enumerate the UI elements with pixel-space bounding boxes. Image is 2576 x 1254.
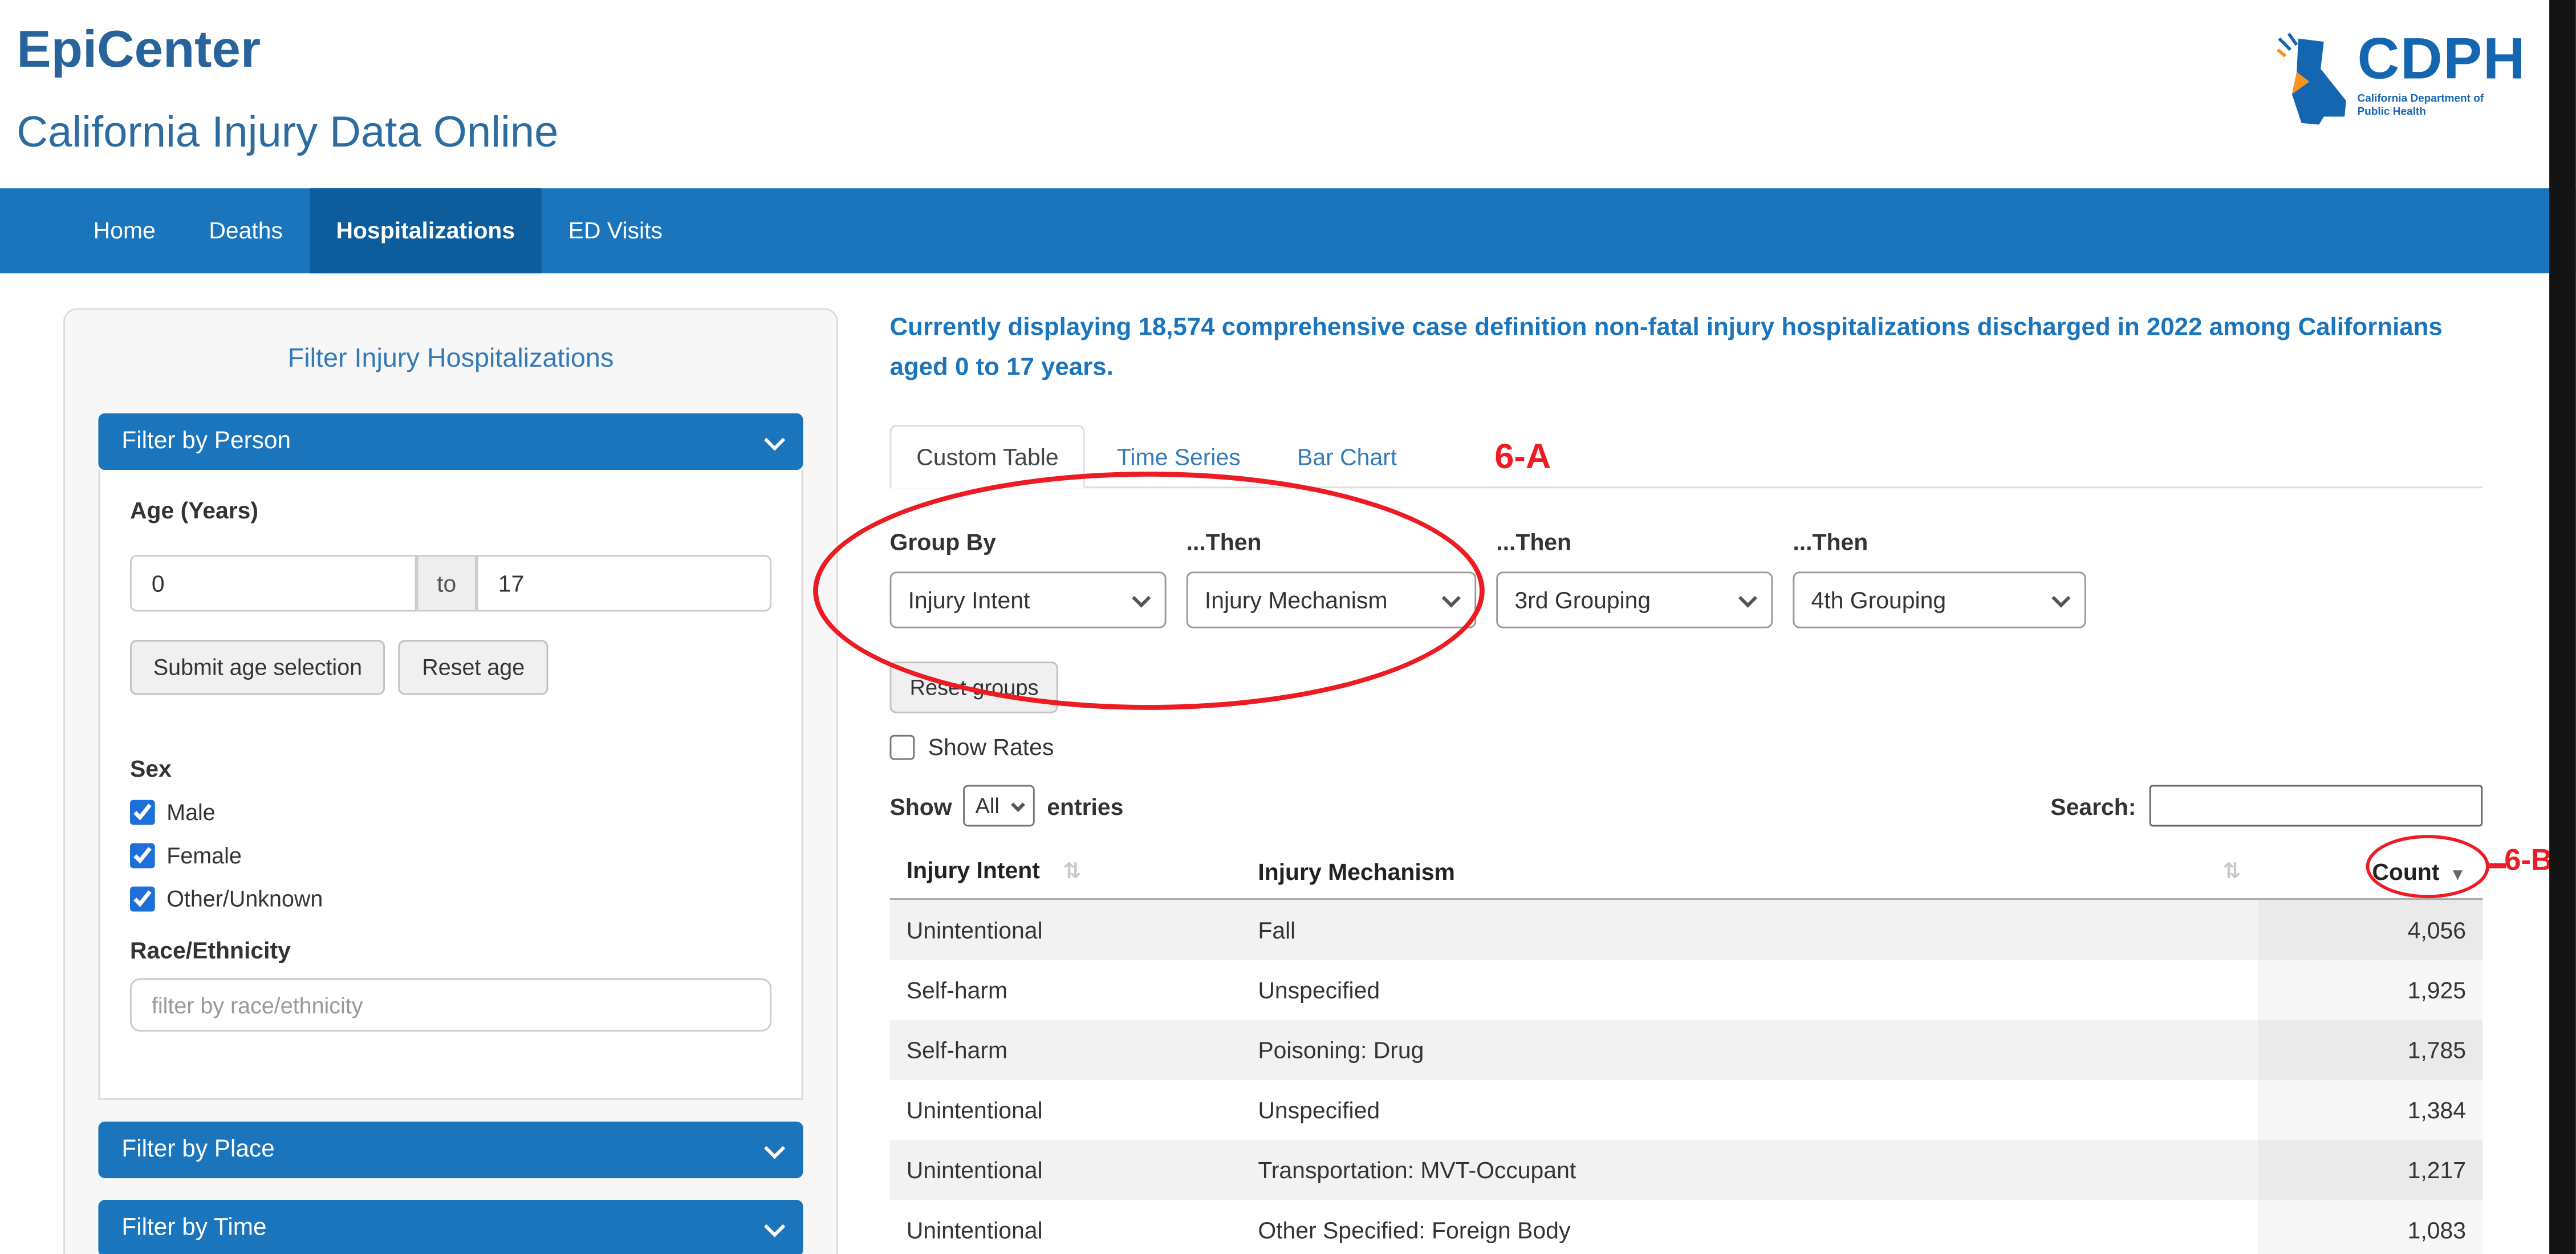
table-row: Self-harm Poisoning: Drug 1,785 [890, 1020, 2483, 1080]
nav-item-ed-visits[interactable]: ED Visits [542, 188, 689, 273]
tab-bar: Custom Table Time Series Bar Chart [890, 425, 2483, 488]
race-ethnicity-label: Race/Ethnicity [130, 936, 771, 965]
reset-age-button[interactable]: Reset age [399, 640, 548, 695]
male-checkbox[interactable] [130, 800, 155, 825]
summary-text: Currently displaying 18,574 comprehensiv… [890, 309, 2483, 388]
age-min-input[interactable] [130, 555, 417, 611]
nav-item-home[interactable]: Home [67, 188, 182, 273]
age-to-label: to [417, 555, 477, 611]
show-rates-checkbox[interactable] [890, 734, 915, 759]
filter-by-time-header[interactable]: Filter by Time [98, 1200, 803, 1254]
filter-by-time-label: Filter by Time [121, 1215, 266, 1241]
cdph-acronym: CDPH [2358, 30, 2526, 88]
age-range-group: to [130, 555, 771, 611]
epicenter-app: EpiCenter California Injury Data Online … [0, 0, 2576, 1254]
column-header-injury-mechanism[interactable]: Injury Mechanism⇅ [1241, 843, 2258, 899]
chevron-down-icon [764, 429, 785, 450]
column-header-count[interactable]: Count▼ [2258, 843, 2483, 899]
sort-both-icon: ⇅ [1063, 858, 1082, 883]
annotation-connector-line [2489, 863, 2506, 869]
entries-select[interactable]: All [964, 785, 1035, 826]
male-label: Male [166, 800, 216, 825]
then-4-label: ...Then [1793, 528, 2086, 555]
second-grouping-select[interactable]: Injury Mechanism [1187, 571, 1476, 628]
entries-control: Show All entries [890, 785, 1124, 826]
primary-nav: Home Deaths Hospitalizations ED Visits [0, 188, 2576, 273]
age-label: Age (Years) [130, 497, 771, 525]
column-header-injury-intent[interactable]: Injury Intent⇅ [890, 843, 1242, 899]
chevron-down-icon [764, 1137, 785, 1158]
other-unknown-checkbox[interactable] [130, 887, 155, 912]
nav-item-deaths[interactable]: Deaths [182, 188, 310, 273]
search-label: Search: [2050, 793, 2136, 819]
results-table: Injury Intent⇅ Injury Mechanism⇅ Count▼ … [890, 843, 2483, 1254]
table-row: Self-harm Unspecified 1,925 [890, 960, 2483, 1020]
filter-by-person-label: Filter by Person [121, 428, 291, 455]
main-content: Currently displaying 18,574 comprehensiv… [890, 309, 2483, 1254]
cdph-logo: CDPH California Department of Public Hea… [2276, 30, 2526, 139]
tab-time-series[interactable]: Time Series [1092, 427, 1265, 486]
search-control: Search: [2050, 785, 2482, 826]
grouping-controls: Group By Injury Intent ...Then Injury Me… [890, 528, 2483, 628]
annotation-label-6b: 6-B [2504, 843, 2553, 878]
table-row: Unintentional Fall 4,056 [890, 899, 2483, 960]
tab-custom-table[interactable]: Custom Table [890, 425, 1086, 488]
california-state-icon [2276, 30, 2349, 139]
then-2-label: ...Then [1187, 528, 1476, 555]
entries-label: entries [1047, 793, 1123, 819]
filter-by-place-header[interactable]: Filter by Place [98, 1122, 803, 1178]
search-input[interactable] [2150, 785, 2482, 826]
table-row: Unintentional Other Specified: Foreign B… [890, 1200, 2483, 1254]
show-rates-label: Show Rates [928, 733, 1054, 760]
tab-bar-chart[interactable]: Bar Chart [1272, 427, 1422, 486]
filter-panel: Filter Injury Hospitalizations Filter by… [63, 309, 838, 1254]
sex-label: Sex [130, 755, 771, 784]
table-header-row: Injury Intent⇅ Injury Mechanism⇅ Count▼ [890, 843, 2483, 899]
sex-option-other-unknown[interactable]: Other/Unknown [130, 885, 771, 914]
fourth-grouping-select[interactable]: 4th Grouping [1793, 571, 2086, 628]
filter-by-person-body: Age (Years) to Submit age selection Rese… [98, 470, 803, 1100]
female-label: Female [166, 843, 242, 869]
sort-descending-icon: ▼ [2449, 866, 2466, 884]
group-by-label: Group By [890, 528, 1167, 555]
submit-age-button[interactable]: Submit age selection [130, 640, 385, 695]
female-checkbox[interactable] [130, 843, 155, 869]
show-label: Show [890, 793, 952, 819]
table-row: Unintentional Transportation: MVT-Occupa… [890, 1140, 2483, 1200]
race-ethnicity-input[interactable] [130, 978, 771, 1032]
group-by-select[interactable]: Injury Intent [890, 571, 1167, 628]
annotation-label-6a: 6-A [1494, 439, 1551, 478]
third-grouping-select[interactable]: 3rd Grouping [1496, 571, 1773, 628]
filter-by-person-header[interactable]: Filter by Person [98, 413, 803, 470]
page-title: EpiCenter [17, 20, 261, 80]
table-row: Unintentional Unspecified 1,384 [890, 1080, 2483, 1140]
sort-both-icon: ⇅ [2223, 858, 2241, 884]
age-max-input[interactable] [477, 555, 771, 611]
reset-groups-button[interactable]: Reset groups [890, 662, 1059, 713]
nav-item-hospitalizations[interactable]: Hospitalizations [310, 188, 542, 273]
filter-by-place-label: Filter by Place [121, 1137, 274, 1163]
sex-option-female[interactable]: Female [130, 842, 771, 870]
other-unknown-label: Other/Unknown [166, 887, 323, 912]
sex-option-male[interactable]: Male [130, 798, 771, 827]
then-3-label: ...Then [1496, 528, 1773, 555]
chevron-down-icon [764, 1215, 785, 1236]
show-rates-toggle[interactable]: Show Rates [890, 733, 2483, 760]
right-edge-strip [2549, 0, 2576, 1254]
page-subtitle: California Injury Data Online [17, 107, 558, 159]
filter-panel-title: Filter Injury Hospitalizations [65, 343, 836, 376]
cdph-caption: California Department of Public Health [2358, 94, 2491, 120]
